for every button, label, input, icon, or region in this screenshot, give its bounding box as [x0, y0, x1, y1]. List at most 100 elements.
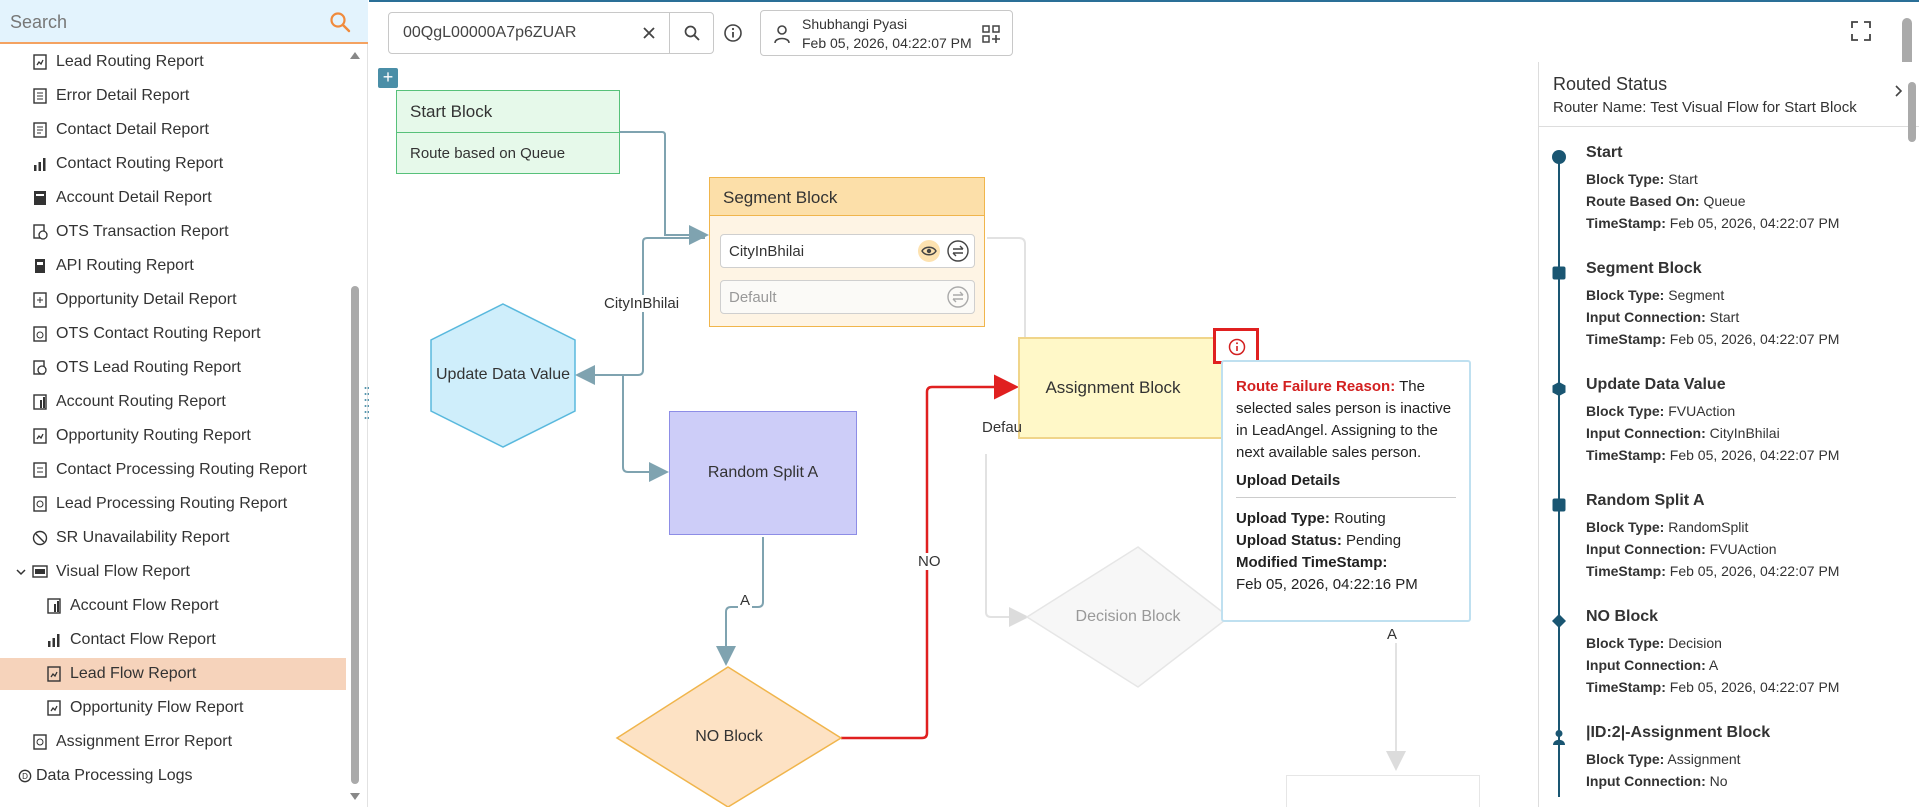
info-icon[interactable] [722, 22, 744, 44]
page-scrollbar[interactable] [1902, 18, 1912, 68]
nav-item-label: Lead Routing Report [56, 53, 204, 70]
sidebar-scrollbar[interactable] [347, 46, 363, 806]
panel-scrollbar[interactable] [1908, 82, 1916, 142]
route-failure-indicator[interactable] [1213, 328, 1259, 364]
step-detail: Route Based On: Queue [1586, 193, 1746, 209]
nav-item-label: Contact Flow Report [70, 631, 216, 648]
step-detail: TimeStamp: Feb 05, 2026, 04:22:07 PM [1586, 215, 1840, 231]
report-icon [32, 565, 48, 578]
eye-icon[interactable] [917, 239, 941, 263]
nav-item-label: Lead Processing Routing Report [56, 495, 288, 512]
nav-item-label: OTS Contact Routing Report [56, 325, 261, 342]
nav-item-contact-detail-report[interactable]: Contact Detail Report [0, 114, 346, 146]
square-marker-icon [1552, 498, 1566, 512]
nav-item-assignment-error-report[interactable]: Assignment Error Report [0, 726, 346, 758]
swap-icon[interactable] [946, 239, 970, 263]
nav-item-ots-lead-routing-report[interactable]: OTS Lead Routing Report [0, 352, 346, 384]
nav-item-api-routing-report[interactable]: API Routing Report [0, 250, 346, 282]
router-name: Router Name: Test Visual Flow for Start … [1553, 99, 1857, 116]
nav-item-opportunity-routing-report[interactable]: Opportunity Routing Report [0, 420, 346, 452]
search-icon[interactable] [328, 10, 352, 34]
add-widget-icon[interactable] [981, 24, 1001, 44]
edge-label-no: NO [916, 553, 943, 570]
assignment-block-label: Assignment Block [1045, 378, 1181, 397]
chevron-right-icon[interactable] [1891, 84, 1905, 98]
nav-item-contact-routing-report[interactable]: Contact Routing Report [0, 148, 346, 180]
record-search-button[interactable] [669, 13, 713, 53]
report-icon [33, 326, 47, 342]
edge-label-cityinbhilai: CityInBhilai [602, 295, 682, 312]
nav-item-label: API Routing Report [56, 257, 194, 274]
nav-item-visual-flow-report[interactable]: Visual Flow Report [0, 556, 346, 588]
nav-item-label: Error Detail Report [56, 87, 190, 104]
upload-status-row: Upload Status: Pending [1236, 530, 1456, 552]
start-block[interactable]: Start Block Route based on Queue [396, 90, 620, 174]
nav-item-account-flow-report[interactable]: Account Flow Report [0, 590, 346, 622]
step-detail: Block Type: RandomSplit [1586, 519, 1749, 535]
start-block-title: Start Block [397, 91, 619, 133]
upload-type-value: Routing [1329, 510, 1386, 527]
fullscreen-icon[interactable] [1850, 20, 1872, 42]
segment-block[interactable]: Segment Block CityInBhilai Default [709, 177, 985, 327]
square-marker-icon [1552, 266, 1566, 280]
nav-item-error-detail-report[interactable]: Error Detail Report [0, 80, 346, 112]
nav-item-label: Visual Flow Report [56, 563, 190, 580]
edge-label-a: A [738, 592, 753, 609]
nav-item-ots-contact-routing-report[interactable]: OTS Contact Routing Report [0, 318, 346, 350]
report-icon [47, 666, 61, 682]
decision-block-label[interactable]: Decision Block [1027, 608, 1229, 626]
edge-default-faded [987, 237, 1026, 337]
sidebar-scroll-thumb[interactable] [351, 286, 359, 784]
nav-item-lead-routing-report[interactable]: Lead Routing Report [0, 46, 346, 78]
nav-item-label: Opportunity Flow Report [70, 699, 244, 716]
nav-item-label: Contact Detail Report [56, 121, 209, 138]
edge-decision-faded [985, 454, 1029, 627]
segment-condition-value: CityInBhilai [729, 243, 805, 260]
close-icon [643, 27, 655, 39]
add-block-button[interactable]: + [378, 68, 398, 88]
nav-item-ots-transaction-report[interactable]: OTS Transaction Report [0, 216, 346, 248]
scroll-down-icon[interactable] [349, 792, 361, 802]
report-nav: Lead Routing Report Error Detail Report … [0, 46, 346, 806]
nav-item-label: Account Routing Report [56, 393, 226, 410]
step-name: Random Split A [1586, 492, 1705, 509]
report-icon [33, 88, 47, 104]
step-detail: Block Type: Decision [1586, 635, 1722, 651]
report-icon [33, 394, 47, 410]
report-icon [33, 462, 47, 478]
report-icon [33, 428, 47, 444]
edge-label-a2: A [1385, 626, 1400, 643]
nav-item-opportunity-flow-report[interactable]: Opportunity Flow Report [0, 692, 346, 724]
clear-button[interactable] [629, 13, 669, 53]
step-name: NO Block [1586, 608, 1659, 625]
flow-canvas[interactable]: + Start Block Route based on Queue Segme… [369, 62, 1538, 807]
record-id-input[interactable]: 00QgL00000A7p6ZUAR [389, 24, 629, 42]
chevron-down-icon[interactable] [14, 565, 28, 579]
panel-divider [1539, 126, 1919, 127]
step-detail: Input Connection: FVUAction [1586, 541, 1777, 557]
nav-item-opportunity-detail-report[interactable]: Opportunity Detail Report [0, 284, 346, 316]
nav-item-account-routing-report[interactable]: Account Routing Report [0, 386, 346, 418]
update-data-value-label[interactable]: Update Data Value [431, 366, 575, 384]
nav-item-account-detail-report[interactable]: Account Detail Report [0, 182, 346, 214]
failure-reason: Route Failure Reason: The selected sales… [1236, 376, 1456, 464]
scroll-up-icon[interactable] [349, 50, 361, 60]
step-detail: Block Type: Start [1586, 171, 1698, 187]
random-split-block[interactable]: Random Split A [669, 411, 857, 535]
panel-title: Routed Status [1553, 74, 1668, 94]
nav-item-lead-processing-routing-report[interactable]: Lead Processing Routing Report [0, 488, 346, 520]
modified-timestamp-value: Feb 05, 2026, 04:22:16 PM [1236, 576, 1418, 593]
nav-item-contact-processing-routing-report[interactable]: Contact Processing Routing Report [0, 454, 346, 486]
nav-item-label: Account Flow Report [70, 597, 219, 614]
sidebar-search [0, 0, 368, 44]
nav-item-contact-flow-report[interactable]: Contact Flow Report [0, 624, 346, 656]
nav-item-data-processing-logs[interactable]: D Data Processing Logs [0, 760, 346, 792]
step-name: Segment Block [1586, 260, 1702, 277]
logs-icon: D [18, 769, 32, 783]
segment-condition-field[interactable]: CityInBhilai [720, 234, 975, 268]
nav-item-lead-flow-report[interactable]: Lead Flow Report [0, 658, 346, 690]
sidebar: Lead Routing Report Error Detail Report … [0, 0, 370, 807]
search-input[interactable] [10, 8, 310, 36]
no-block-label[interactable]: NO Block [617, 728, 841, 746]
nav-item-sr-unavailability-report[interactable]: SR Unavailability Report [0, 522, 346, 554]
